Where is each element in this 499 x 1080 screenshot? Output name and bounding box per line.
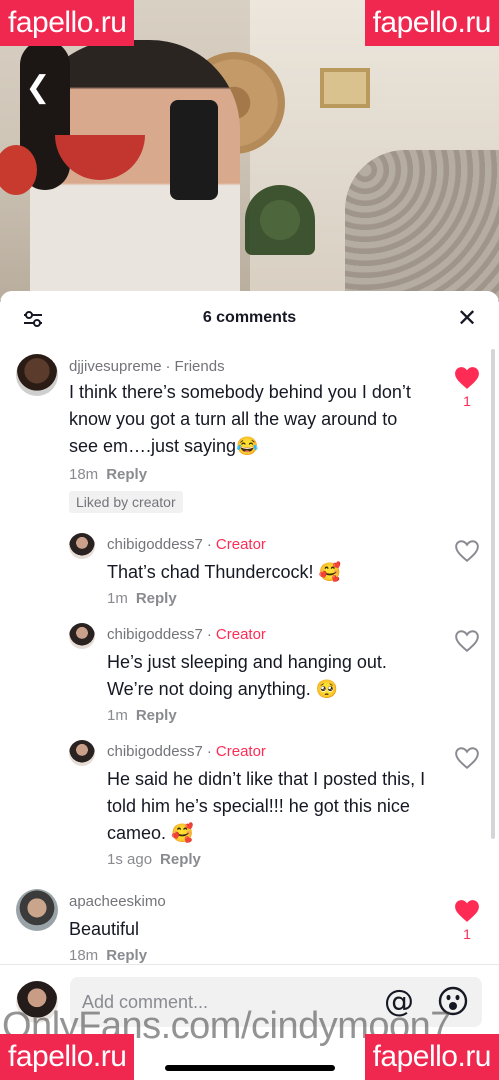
comment-username[interactable]: apacheeskimo — [69, 893, 419, 910]
comment-text: He’s just sleeping and hanging out. We’r… — [107, 652, 387, 699]
video-phone — [170, 100, 218, 200]
like-count: 1 — [463, 393, 471, 409]
creator-tag: Creator — [215, 626, 266, 643]
comment-item: djjivesupreme · Friends I think there’s so… — [69, 358, 419, 513]
sheet-header: 6 comments ✕ — [0, 291, 499, 345]
comments-count-title: 6 comments — [202, 309, 297, 326]
like-button[interactable]: 1 — [452, 899, 482, 942]
scrollbar[interactable] — [491, 349, 495, 839]
comment-username[interactable]: chibigoddess7 — [107, 743, 203, 760]
reply-button[interactable]: Reply — [136, 707, 177, 724]
reply-item: chibigoddess7 · Creator He said he didn’t … — [107, 743, 437, 868]
creator-tag: Creator — [215, 536, 266, 553]
avatar[interactable] — [69, 740, 95, 766]
video-plant — [245, 185, 315, 255]
like-button[interactable] — [452, 629, 482, 653]
reply-button[interactable]: Reply — [106, 466, 147, 483]
avatar[interactable] — [16, 354, 58, 396]
separator-dot: · — [165, 358, 171, 375]
separator-dot: · — [206, 626, 212, 643]
comment-text: Beautiful — [69, 919, 140, 939]
comment-time: 1m — [107, 707, 128, 724]
avatar[interactable] — [69, 623, 95, 649]
avatar[interactable] — [69, 533, 95, 559]
comment-text: I think there’s somebody behind you I do… — [69, 382, 411, 456]
comment-text: That’s chad Thundercock! 🥰 — [107, 562, 341, 582]
separator-dot: · — [206, 743, 212, 760]
comment-time: 1m — [107, 590, 128, 607]
heart-icon — [455, 367, 479, 389]
like-count: 1 — [463, 926, 471, 942]
creator-tag: Creator — [215, 743, 266, 760]
reply-button[interactable]: Reply — [136, 590, 177, 607]
comment-time: 1s ago — [107, 851, 153, 868]
chevron-left-icon[interactable]: ❮ — [18, 68, 58, 108]
friends-tag: Friends — [174, 358, 225, 375]
watermark-bottom-right: fapello.ru — [364, 1034, 499, 1080]
comment-time: 18m — [69, 947, 99, 964]
comment-username[interactable]: djjivesupreme — [69, 358, 162, 375]
like-button[interactable]: 1 — [452, 366, 482, 409]
comment-username[interactable]: chibigoddess7 — [107, 536, 203, 553]
like-button[interactable] — [452, 746, 482, 770]
heart-icon — [455, 900, 479, 922]
reply-button[interactable]: Reply — [160, 851, 201, 868]
avatar[interactable] — [16, 889, 58, 931]
liked-by-creator-badge: Liked by creator — [69, 491, 183, 513]
video-headboard — [345, 150, 499, 300]
comment-item: apacheeskimo Beautiful 18m Reply — [69, 893, 419, 964]
separator-dot: · — [206, 536, 212, 553]
heart-icon — [455, 540, 479, 563]
heart-icon — [455, 630, 479, 653]
video-picture-frame — [320, 68, 370, 108]
home-indicator[interactable] — [165, 1065, 335, 1071]
watermark-bottom-left: fapello.ru — [0, 1034, 135, 1080]
watermark-top-right: fapello.ru — [364, 0, 499, 46]
reply-button[interactable]: Reply — [106, 947, 147, 964]
close-icon[interactable]: ✕ — [455, 306, 479, 330]
like-button[interactable] — [452, 539, 482, 563]
comment-text: He said he didn’t like that I posted thi… — [107, 769, 426, 843]
reply-item: chibigoddess7 · Creator That’s chad Thunde… — [107, 536, 437, 607]
heart-icon — [455, 747, 479, 770]
reply-item: chibigoddess7 · Creator He’s just sleeping… — [107, 626, 437, 724]
comment-username[interactable]: chibigoddess7 — [107, 626, 203, 643]
watermark-top-left: fapello.ru — [0, 0, 135, 46]
comment-time: 18m — [69, 466, 99, 483]
comments-sheet: 6 comments ✕ djjivesupreme · Friends I thi… — [0, 291, 499, 1080]
